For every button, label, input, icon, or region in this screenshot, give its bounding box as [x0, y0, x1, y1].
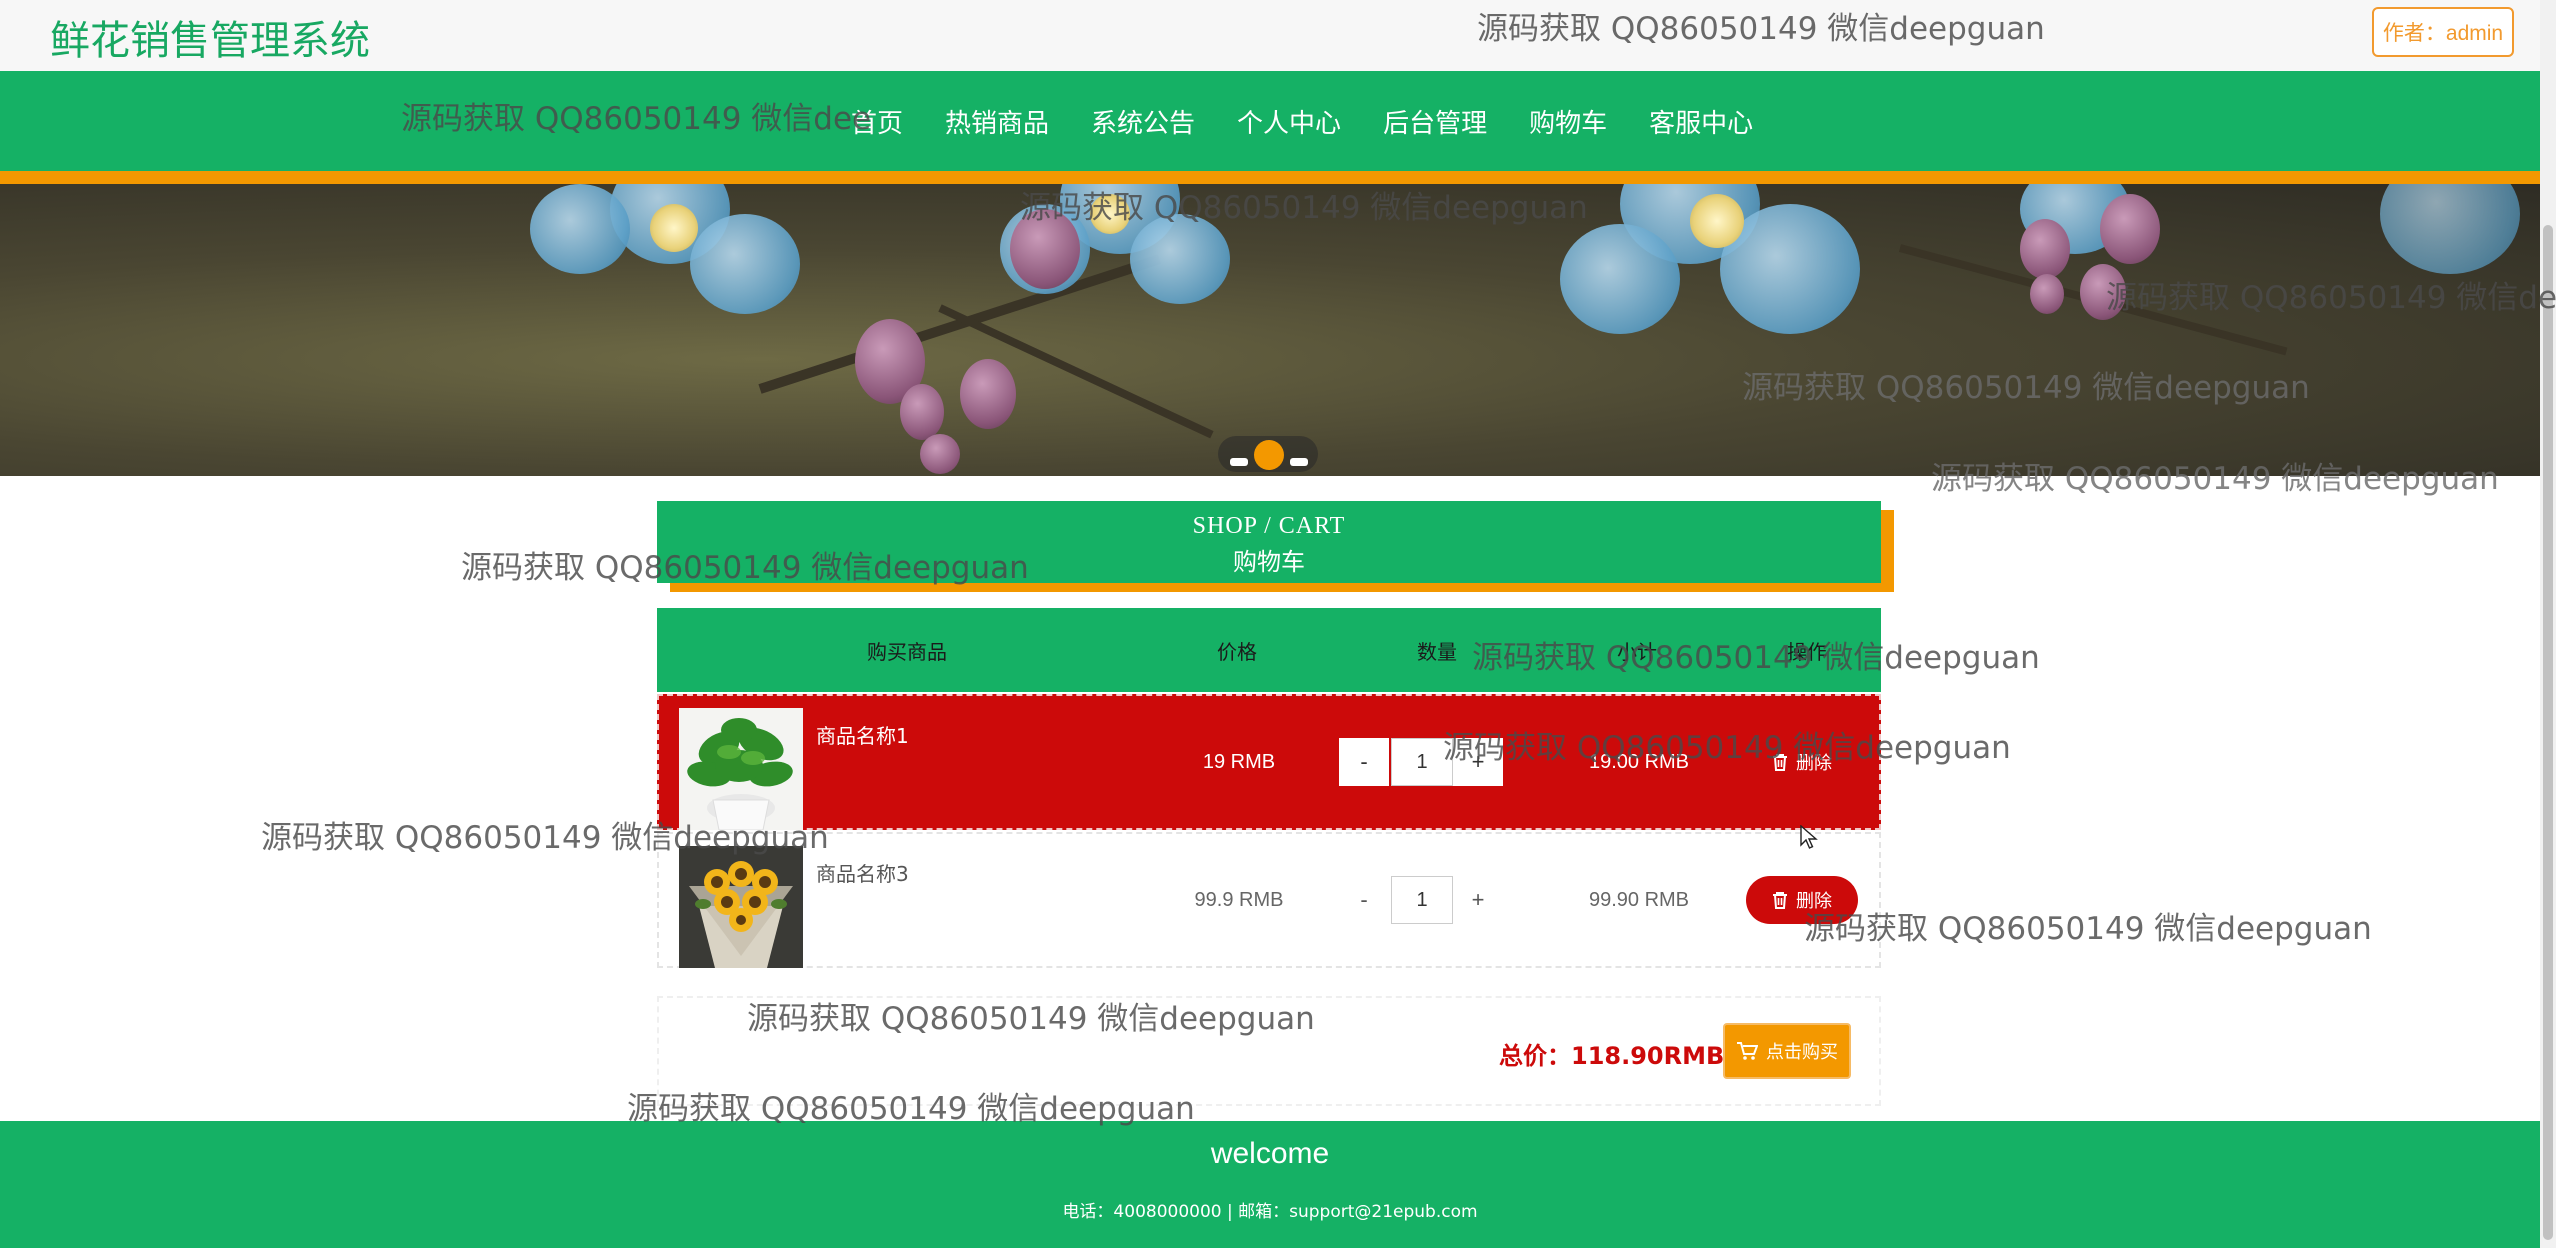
cart-row: 商品名称3 99.9 RMB - 1 + 99.90 RMB 删除: [657, 832, 1881, 968]
product-name[interactable]: 商品名称1: [816, 720, 909, 749]
quantity-increase-button[interactable]: +: [1453, 876, 1503, 924]
nav-announcements[interactable]: 系统公告: [1070, 103, 1216, 140]
footer-contact: 电话：4008000000 | 邮箱：support@21epub.com: [1062, 1202, 1478, 1222]
nav-admin[interactable]: 后台管理: [1362, 103, 1508, 140]
quantity-input[interactable]: 1: [1391, 876, 1453, 924]
delete-button[interactable]: 删除: [1746, 738, 1858, 786]
quantity-stepper: - 1 +: [1339, 738, 1503, 786]
product-price: 19 RMB: [1202, 750, 1276, 773]
quantity-increase-button[interactable]: +: [1453, 738, 1503, 786]
buy-label: 点击购买: [1766, 1042, 1838, 1062]
footer-welcome: welcome: [1210, 1137, 1330, 1170]
cart-row: 商品名称1 19 RMB - 1 + 19.00 RMB 删除: [657, 694, 1881, 830]
author-button[interactable]: 作者：admin: [2372, 7, 2514, 57]
cart-icon: [1737, 1042, 1758, 1060]
nav-profile[interactable]: 个人中心: [1216, 103, 1362, 140]
total-price: 总价：118.90RMB: [1499, 1042, 1725, 1070]
product-name[interactable]: 商品名称3: [816, 858, 909, 887]
cart-summary: 总价：118.90RMB 点击购买: [657, 996, 1881, 1106]
quantity-decrease-button[interactable]: -: [1339, 738, 1389, 786]
trash-icon: [1773, 892, 1787, 909]
scrollbar-thumb[interactable]: [2543, 225, 2553, 1240]
trash-icon: [1773, 754, 1787, 771]
delete-label: 删除: [1796, 891, 1832, 911]
nav-home[interactable]: 首页: [830, 103, 924, 140]
carousel-dots: [1218, 436, 1318, 472]
quantity-stepper: - 1 +: [1339, 876, 1503, 924]
hero-banner: [0, 184, 2540, 476]
page-scrollbar[interactable]: [2540, 0, 2556, 1248]
buy-button[interactable]: 点击购买: [1723, 1023, 1851, 1079]
cart-heading-cn: 购物车: [1233, 548, 1305, 576]
cart-table-header: 购买商品 价格 数量 小计 操作: [657, 608, 1881, 692]
nav-accent-bar: [0, 171, 2540, 184]
cart-heading-en: SHOP / CART: [1192, 513, 1346, 539]
col-product: 购买商品: [867, 639, 947, 664]
nav-service[interactable]: 客服中心: [1628, 103, 1774, 140]
col-action: 操作: [1787, 639, 1827, 664]
product-subtotal: 99.90 RMB: [1588, 888, 1690, 911]
col-subtotal: 小计: [1617, 639, 1657, 664]
delete-label: 删除: [1796, 753, 1832, 773]
product-image-plant[interactable]: [679, 708, 803, 830]
quantity-input[interactable]: 1: [1391, 738, 1453, 786]
nav-hot-products[interactable]: 热销商品: [924, 103, 1070, 140]
product-subtotal: 19.00 RMB: [1588, 750, 1690, 773]
site-title: 鲜花销售管理系统: [50, 18, 370, 64]
carousel-dot-1[interactable]: [1230, 458, 1248, 466]
product-price: 99.9 RMB: [1194, 888, 1284, 911]
nav-cart[interactable]: 购物车: [1508, 103, 1628, 140]
product-image-sunflowers[interactable]: [679, 846, 803, 968]
quantity-decrease-button[interactable]: -: [1339, 876, 1389, 924]
col-price: 价格: [1217, 639, 1257, 664]
mouse-cursor-icon: [1800, 825, 1818, 849]
watermark: 源码获取 QQ86050149 微信deepguan: [1804, 911, 2372, 947]
top-header: 鲜花销售管理系统 作者：admin: [0, 0, 2540, 71]
col-quantity: 数量: [1417, 639, 1457, 664]
carousel-dot-3[interactable]: [1290, 458, 1308, 466]
carousel-dot-active[interactable]: [1254, 440, 1284, 470]
footer: welcome 电话：4008000000 | 邮箱：support@21epu…: [0, 1121, 2540, 1248]
cart-heading: SHOP / CART 购物车: [657, 501, 1881, 583]
delete-button[interactable]: 删除: [1746, 876, 1858, 924]
main-nav: 首页 热销商品 系统公告 个人中心 后台管理 购物车 客服中心: [0, 71, 2540, 171]
